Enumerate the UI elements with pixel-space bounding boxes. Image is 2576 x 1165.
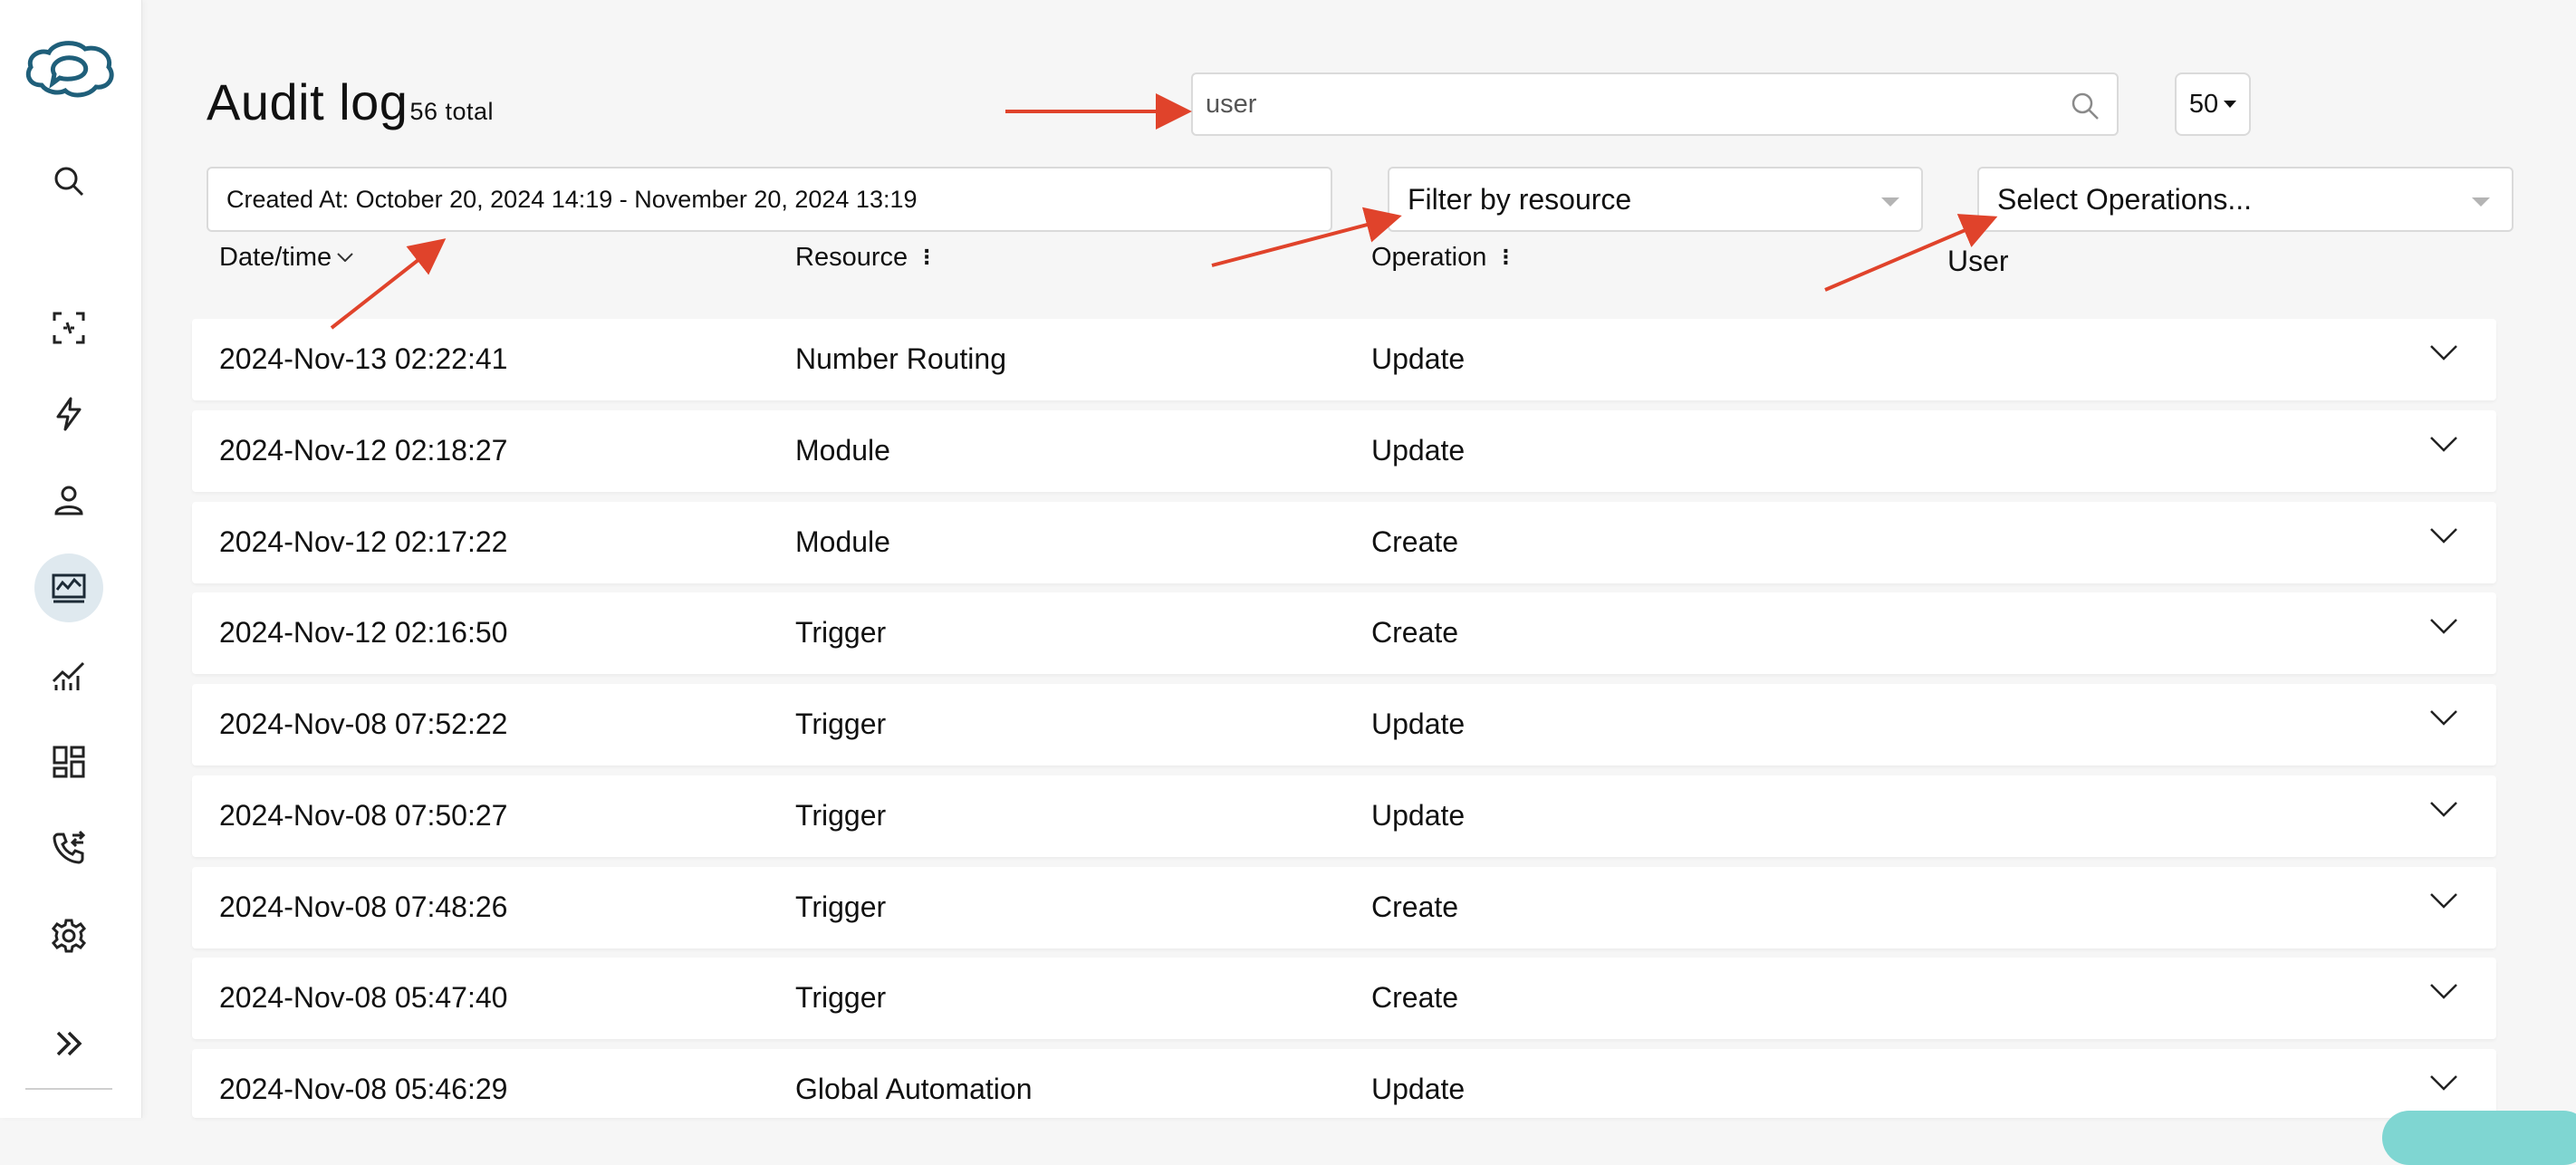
- row-operation: Create: [1371, 616, 1459, 649]
- table-row[interactable]: 2024-Nov-13 02:22:41 Number Routing Upda…: [192, 319, 2496, 400]
- row-resource: Trigger: [795, 891, 887, 923]
- table-row[interactable]: 2024-Nov-12 02:18:27 Module Update: [192, 410, 2496, 492]
- expand-chevron-down-icon[interactable]: [2429, 434, 2458, 456]
- row-resource: Trigger: [795, 799, 887, 832]
- row-resource: Number Routing: [795, 342, 1006, 375]
- expand-chevron-down-icon[interactable]: [2429, 525, 2458, 547]
- row-operation: Update: [1371, 708, 1466, 740]
- row-datetime: 2024-Nov-08 05:46:29: [219, 1073, 508, 1105]
- search-icon[interactable]: [2070, 91, 2100, 121]
- operations-filter-placeholder: Select Operations...: [1997, 182, 2253, 216]
- column-header-resource[interactable]: Resource ⋮: [795, 243, 937, 273]
- search-box[interactable]: [1191, 72, 2119, 136]
- row-operation: Update: [1371, 434, 1466, 467]
- scan-frame-icon[interactable]: [34, 294, 103, 362]
- row-datetime: 2024-Nov-12 02:17:22: [219, 525, 508, 558]
- dashboard-grid-icon[interactable]: [34, 727, 103, 796]
- column-header-operation-label: Operation: [1371, 243, 1487, 272]
- row-datetime: 2024-Nov-12 02:18:27: [219, 434, 508, 467]
- floating-help-button[interactable]: [2382, 1111, 2576, 1165]
- table-row[interactable]: 2024-Nov-12 02:16:50 Trigger Create: [192, 592, 2496, 674]
- row-datetime: 2024-Nov-08 07:52:22: [219, 708, 508, 740]
- expand-chevron-down-icon[interactable]: [2429, 616, 2458, 638]
- column-header-resource-label: Resource: [795, 243, 908, 272]
- row-datetime: 2024-Nov-08 07:50:27: [219, 799, 508, 832]
- table-row[interactable]: 2024-Nov-08 05:46:29 Global Automation U…: [192, 1049, 2496, 1118]
- table-row[interactable]: 2024-Nov-08 07:52:22 Trigger Update: [192, 684, 2496, 765]
- row-resource: Trigger: [795, 981, 887, 1014]
- operations-filter-select[interactable]: Select Operations...: [1977, 167, 2514, 232]
- column-header-user: User: [1947, 245, 2009, 277]
- sidebar-bottom-divider: [25, 1088, 112, 1090]
- table-row[interactable]: 2024-Nov-08 07:48:26 Trigger Create: [192, 867, 2496, 948]
- expand-chevron-down-icon[interactable]: [2429, 891, 2458, 912]
- row-operation: Update: [1371, 1073, 1466, 1105]
- row-operation: Create: [1371, 981, 1459, 1014]
- expand-chevron-down-icon[interactable]: [2429, 799, 2458, 821]
- row-datetime: 2024-Nov-08 07:48:26: [219, 891, 508, 923]
- user-icon[interactable]: [34, 466, 103, 534]
- caret-down-icon: [2224, 101, 2237, 108]
- expand-chevron-down-icon[interactable]: [2429, 1073, 2458, 1094]
- analytics-chart-icon[interactable]: [34, 641, 103, 710]
- expand-chevron-down-icon[interactable]: [2429, 981, 2458, 1003]
- column-menu-icon[interactable]: ⋮: [1495, 246, 1515, 268]
- total-count: 56 total: [409, 98, 495, 125]
- search-input[interactable]: [1204, 88, 2041, 120]
- gear-icon[interactable]: [34, 901, 103, 970]
- table-row[interactable]: 2024-Nov-08 07:50:27 Trigger Update: [192, 775, 2496, 857]
- cloud-chat-logo[interactable]: [22, 38, 118, 105]
- row-resource: Global Automation: [795, 1073, 1033, 1105]
- row-operation: Update: [1371, 342, 1466, 375]
- expand-double-chevron-icon[interactable]: [34, 1009, 103, 1078]
- column-header-operation[interactable]: Operation ⋮: [1371, 243, 1515, 273]
- monitor-activity-icon[interactable]: [34, 554, 103, 622]
- column-header-datetime-label: Date/time: [219, 243, 332, 272]
- expand-chevron-down-icon[interactable]: [2429, 708, 2458, 729]
- dropdown-arrow-icon: [2472, 197, 2490, 207]
- table-row[interactable]: 2024-Nov-12 02:17:22 Module Create: [192, 502, 2496, 583]
- sidebar-divider: [0, 255, 141, 265]
- resource-filter-placeholder: Filter by resource: [1408, 182, 1632, 216]
- phone-transfer-icon[interactable]: [34, 814, 103, 882]
- page-title-text: Audit log: [207, 73, 409, 130]
- sort-chevron-down-icon: [337, 253, 353, 262]
- row-datetime: 2024-Nov-08 05:47:40: [219, 981, 508, 1014]
- row-datetime: 2024-Nov-12 02:16:50: [219, 616, 508, 649]
- lightning-icon[interactable]: [34, 380, 103, 448]
- row-resource: Trigger: [795, 616, 887, 649]
- page-size-value: 50: [2188, 89, 2219, 119]
- row-operation: Create: [1371, 525, 1459, 558]
- row-operation: Create: [1371, 891, 1459, 923]
- row-datetime: 2024-Nov-13 02:22:41: [219, 342, 508, 375]
- page-size-dropdown[interactable]: 50: [2175, 72, 2251, 136]
- column-menu-icon[interactable]: ⋮: [917, 246, 937, 268]
- dropdown-arrow-icon: [1881, 197, 1899, 207]
- table-row[interactable]: 2024-Nov-08 05:47:40 Trigger Create: [192, 958, 2496, 1039]
- expand-chevron-down-icon[interactable]: [2429, 342, 2458, 364]
- row-resource: Module: [795, 434, 890, 467]
- date-range-label: Created At: October 20, 2024 14:19 - Nov…: [226, 185, 918, 213]
- sidebar: [0, 0, 142, 1118]
- page-title: Audit log56 total: [207, 72, 494, 131]
- row-operation: Update: [1371, 799, 1466, 832]
- row-resource: Trigger: [795, 708, 887, 740]
- search-icon[interactable]: [34, 147, 103, 216]
- created-at-date-range-filter[interactable]: Created At: October 20, 2024 14:19 - Nov…: [207, 167, 1332, 232]
- row-resource: Module: [795, 525, 890, 558]
- column-header-datetime[interactable]: Date/time: [219, 243, 353, 273]
- resource-filter-select[interactable]: Filter by resource: [1388, 167, 1923, 232]
